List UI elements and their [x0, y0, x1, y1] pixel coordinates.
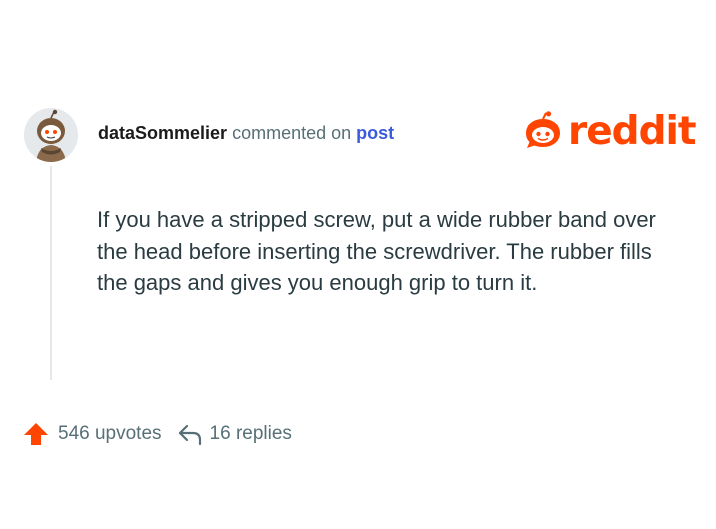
- thread-line: [50, 166, 52, 380]
- upvote-arrow-icon: [24, 423, 48, 445]
- reddit-snoo-icon: [526, 111, 560, 148]
- reddit-logo[interactable]: reddit: [522, 109, 697, 154]
- reply-count: 16 replies: [209, 423, 292, 444]
- commented-on-text: commented on: [232, 123, 352, 143]
- reply-button[interactable]: 16 replies: [176, 420, 292, 448]
- comment-body: If you have a stripped screw, put a wide…: [97, 207, 656, 295]
- username[interactable]: dataSommelier: [98, 123, 227, 143]
- upvote-count: 546 upvotes: [58, 423, 162, 444]
- comment-card: dataSommelier commented on post reddit I…: [0, 0, 716, 529]
- upvote-button[interactable]: 546 upvotes: [22, 420, 162, 448]
- reddit-wordmark: reddit: [568, 109, 697, 154]
- snoo-avatar-icon: [24, 108, 78, 162]
- comment-actions: 546 upvotes 16 replies: [22, 420, 292, 448]
- reply-arrow-icon: [178, 424, 201, 446]
- user-avatar[interactable]: [24, 108, 78, 162]
- comment-header: dataSommelier commented on post: [98, 121, 394, 145]
- post-link[interactable]: post: [356, 123, 394, 143]
